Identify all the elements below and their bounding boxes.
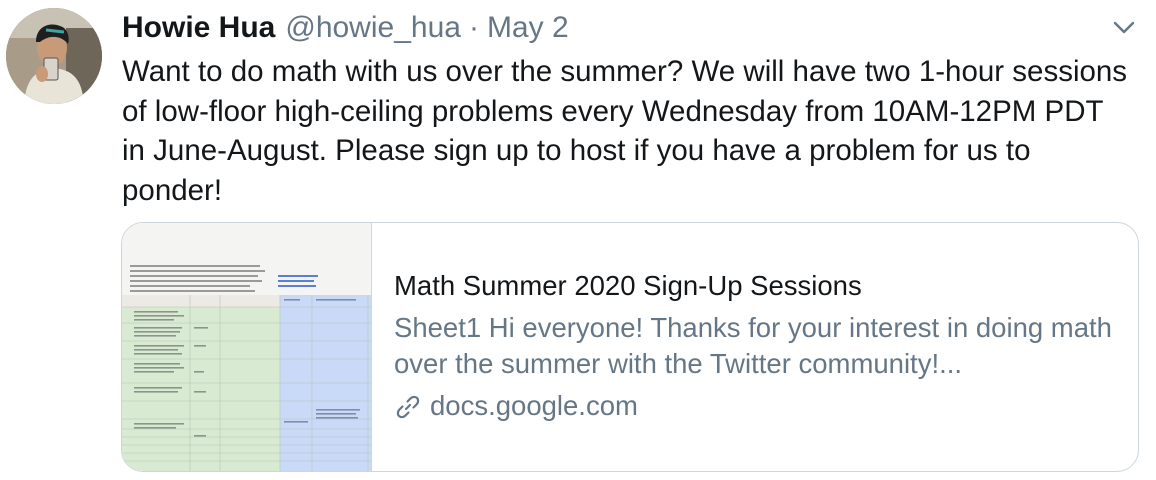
card-domain: docs.google.com [430, 390, 638, 421]
tweet-menu-button[interactable] [1108, 14, 1140, 42]
author-handle[interactable]: @howie_hua [285, 10, 461, 46]
card-description: Sheet1 Hi everyone! Thanks for your inte… [394, 312, 1112, 379]
card-domain-row: docs.google.com [394, 388, 1114, 424]
tweet-text: Want to do math with us over the summer?… [122, 55, 1128, 207]
spreadsheet-preview-image [122, 223, 371, 471]
link-icon [394, 393, 422, 421]
card-thumbnail [122, 223, 372, 471]
chevron-down-icon [1113, 21, 1135, 34]
card-title: Math Summer 2020 Sign-Up Sessions [394, 270, 862, 301]
tweet-header: Howie Hua @howie_hua · May 2 [122, 10, 569, 46]
link-preview-card[interactable]: Math Summer 2020 Sign-Up Sessions Sheet1… [121, 222, 1139, 472]
header-separator: · [468, 11, 479, 44]
author-name[interactable]: Howie Hua [122, 10, 275, 46]
avatar-photo [6, 8, 102, 104]
author-avatar[interactable] [6, 8, 102, 104]
tweet-date[interactable]: May 2 [487, 10, 569, 46]
card-body: Math Summer 2020 Sign-Up Sessions Sheet1… [372, 223, 1138, 471]
